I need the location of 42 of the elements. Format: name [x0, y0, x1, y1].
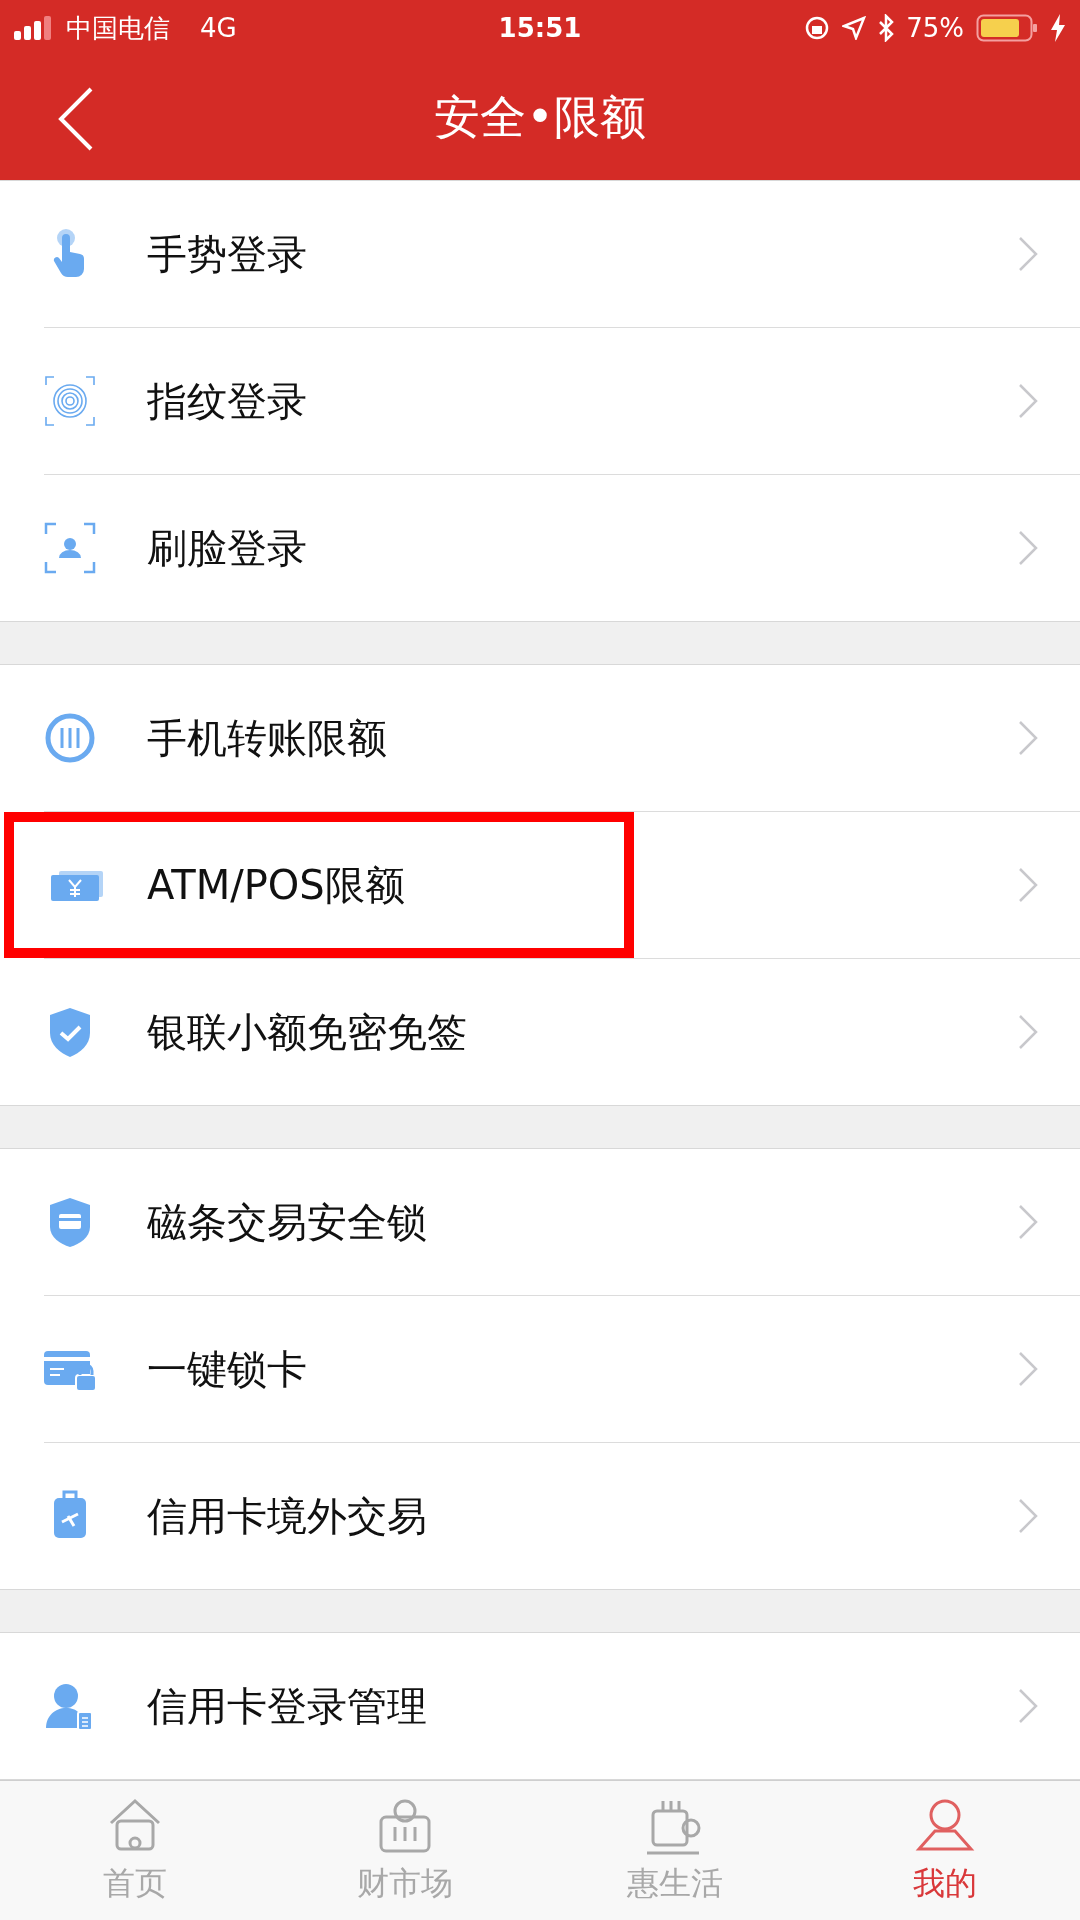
- carrier-name: 中国电信: [66, 11, 170, 45]
- settings-row[interactable]: 磁条交易安全锁: [0, 1148, 1080, 1295]
- settings-row[interactable]: 指纹登录: [0, 327, 1080, 474]
- settings-row[interactable]: ATM/POS限额: [0, 811, 1080, 958]
- location-arrow-icon: [842, 16, 867, 40]
- row-label: ATM/POS限额: [147, 860, 405, 910]
- settings-row[interactable]: 手势登录: [0, 180, 1080, 327]
- row-label: 信用卡境外交易: [147, 1491, 427, 1541]
- chevron-right-icon: [1018, 382, 1038, 419]
- chevron-right-icon: [1018, 866, 1038, 903]
- row-label: 一键锁卡: [147, 1344, 307, 1394]
- network-type: 4G: [200, 11, 237, 45]
- row-label: 指纹登录: [147, 376, 307, 426]
- page-title: 安全•限额: [434, 89, 646, 147]
- chevron-right-icon: [1018, 719, 1038, 756]
- battery-icon: [976, 14, 1038, 42]
- settings-row[interactable]: 银联小额免密免签: [0, 958, 1080, 1105]
- rotation-lock-icon: [804, 15, 831, 41]
- battery-percent: 75%: [906, 11, 964, 45]
- status-time: 15:51: [498, 11, 582, 45]
- chevron-right-icon: [1018, 1013, 1038, 1050]
- chevron-right-icon: [1018, 1350, 1038, 1387]
- back-chevron-icon: [57, 87, 93, 151]
- row-label: 手势登录: [147, 229, 307, 279]
- chevron-right-icon: [1018, 1497, 1038, 1534]
- chevron-right-icon: [1018, 529, 1038, 566]
- row-label: 手机转账限额: [147, 713, 387, 763]
- tab-item[interactable]: 我的: [810, 1780, 1080, 1920]
- bluetooth-icon: [878, 14, 895, 42]
- settings-row[interactable]: 信用卡境外交易: [0, 1442, 1080, 1589]
- row-label: 银联小额免密免签: [147, 1007, 467, 1057]
- row-label: 磁条交易安全锁: [147, 1197, 427, 1247]
- chevron-right-icon: [1018, 235, 1038, 272]
- settings-row[interactable]: 一键锁卡: [0, 1295, 1080, 1442]
- chevron-right-icon: [1018, 1203, 1038, 1240]
- row-label: 刷脸登录: [147, 523, 307, 573]
- settings-row[interactable]: 手机转账限额: [0, 664, 1080, 811]
- charging-bolt-icon: [1050, 14, 1066, 42]
- row-label: 信用卡登录管理: [147, 1681, 427, 1731]
- settings-row[interactable]: 信用卡登录管理: [0, 1632, 1080, 1779]
- settings-row[interactable]: 刷脸登录: [0, 474, 1080, 621]
- chevron-right-icon: [1018, 1687, 1038, 1724]
